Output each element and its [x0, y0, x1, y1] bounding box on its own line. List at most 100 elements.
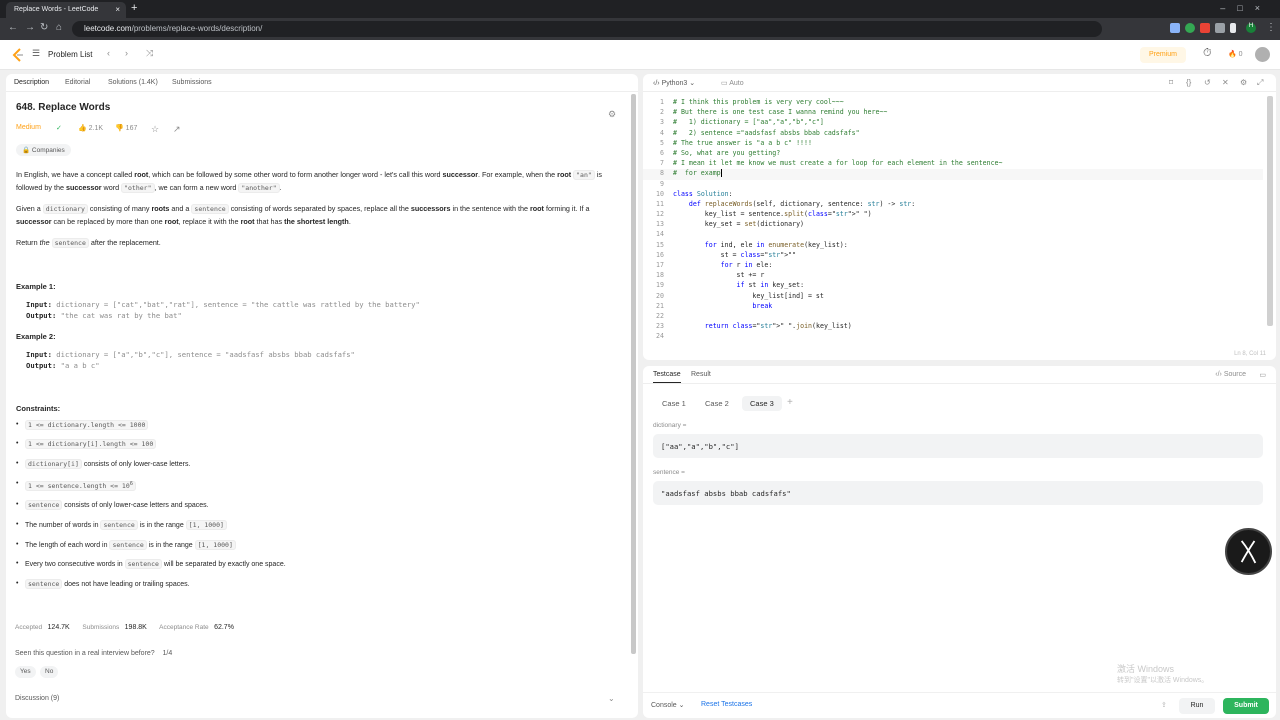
forward-icon[interactable]: →: [25, 22, 35, 33]
close-tab-icon[interactable]: ×: [115, 5, 120, 14]
code-line[interactable]: 10 class Solution:: [643, 190, 1263, 200]
like-button[interactable]: 👍 2.1K: [78, 124, 103, 132]
extension-icon[interactable]: [1185, 23, 1195, 33]
timer-icon[interactable]: ⏱: [1203, 47, 1212, 60]
code-line[interactable]: 15 for ind, ele in enumerate(key_list):: [643, 241, 1263, 251]
example-1-heading: Example 1:: [16, 281, 56, 291]
sentence-input[interactable]: "aadsfasf absbs bbab cadsfafs": [653, 481, 1263, 505]
scrollbar[interactable]: [631, 94, 636, 654]
case-2-tab[interactable]: Case 2: [697, 396, 737, 411]
reset-icon[interactable]: ↺: [1204, 78, 1211, 87]
code-line[interactable]: 16 st = class="str">"": [643, 251, 1263, 261]
menu-icon[interactable]: ⋮: [1266, 22, 1276, 33]
add-case-icon[interactable]: +: [787, 397, 793, 408]
inline-code: "another": [238, 182, 280, 193]
code-line[interactable]: 2 # But there is one test case I wanna re…: [643, 108, 1263, 118]
avatar[interactable]: [1255, 47, 1270, 62]
code-line[interactable]: 11 def replaceWords(self, dictionary, se…: [643, 200, 1263, 210]
submit-button[interactable]: Submit: [1223, 698, 1269, 714]
tab-description[interactable]: Description: [14, 79, 49, 86]
tab-result[interactable]: Result: [691, 371, 711, 378]
dictionary-input[interactable]: ["aa","a","b","c"]: [653, 434, 1263, 458]
upload-icon[interactable]: ⇪: [1161, 701, 1167, 709]
source-button[interactable]: ‹/› Source: [1215, 371, 1246, 378]
code-line[interactable]: 3 # 1) dictionary = ["aa","a","b","c"]: [643, 118, 1263, 128]
sidebar-icon[interactable]: [1230, 23, 1236, 33]
code-line[interactable]: 9: [643, 180, 1263, 190]
code-line[interactable]: 7 # I mean it let me know we must create …: [643, 159, 1263, 169]
code-line[interactable]: 21 break: [643, 302, 1263, 312]
premium-button[interactable]: Premium: [1140, 47, 1186, 63]
extension-icon[interactable]: [1200, 23, 1210, 33]
text: roots: [151, 204, 170, 214]
chevron-down-icon[interactable]: ⌄: [608, 694, 615, 703]
star-icon[interactable]: ☆: [151, 124, 159, 135]
scrollbar[interactable]: [1267, 96, 1273, 326]
tab-submissions[interactable]: Submissions: [172, 79, 212, 86]
tools-icon[interactable]: ✕: [1222, 78, 1229, 87]
inline-code: sentence: [25, 579, 63, 590]
window-controls[interactable]: –□×: [1220, 3, 1272, 13]
code-line[interactable]: 24: [643, 332, 1263, 342]
tab-testcase[interactable]: Testcase: [653, 371, 681, 383]
extension-icon[interactable]: [1170, 23, 1180, 33]
back-icon[interactable]: ←: [8, 22, 18, 33]
text: successor: [16, 217, 52, 227]
next-problem-icon[interactable]: ›: [125, 48, 128, 58]
line-number: 4: [660, 128, 664, 137]
auto-mode[interactable]: ▭ Auto: [721, 79, 744, 87]
streak-counter[interactable]: 🔥 0: [1228, 50, 1243, 58]
code-lines[interactable]: 1 # I think this problem is very very coo…: [643, 98, 1263, 343]
code-line[interactable]: 5 # The true answer is "a a b c" !!!!: [643, 139, 1263, 149]
companies-tag[interactable]: 🔒 Companies: [16, 144, 71, 156]
fullscreen-icon[interactable]: ⤢: [1257, 78, 1263, 88]
dislike-button[interactable]: 👎 167: [115, 124, 137, 132]
profile-icon[interactable]: H: [1246, 23, 1256, 33]
bookmark-icon[interactable]: ⌑: [1169, 78, 1173, 87]
problem-list-link[interactable]: Problem List: [48, 50, 92, 59]
problem-meta: Medium ✓ 👍 2.1K 👎 167 ☆ ↗: [16, 124, 616, 140]
shuffle-icon[interactable]: ⤨: [146, 48, 153, 59]
braces-icon[interactable]: {}: [1186, 78, 1191, 87]
reload-icon[interactable]: ↻: [40, 22, 48, 33]
yes-button[interactable]: Yes: [15, 666, 36, 678]
case-1-tab[interactable]: Case 1: [654, 396, 694, 411]
share-icon[interactable]: ↗: [173, 124, 181, 135]
code-text: # I think this problem is very very cool…: [673, 98, 844, 106]
language-select[interactable]: ‹/› Python3 ⌄: [653, 79, 695, 87]
new-tab-icon[interactable]: +: [131, 2, 137, 14]
tab-solutions[interactable]: Solutions (1.4K): [108, 79, 158, 86]
code-line[interactable]: 20 key_list[ind] = st: [643, 292, 1263, 302]
code-line[interactable]: 22: [643, 312, 1263, 322]
code-line[interactable]: 19 if st in key_set:: [643, 281, 1263, 291]
code-line[interactable]: 18 st += r: [643, 271, 1263, 281]
code-line[interactable]: 8 # for examp: [643, 169, 1263, 180]
tab-editorial[interactable]: Editorial: [65, 79, 90, 86]
browser-tab[interactable]: Replace Words - LeetCode ×: [6, 2, 126, 18]
settings-icon[interactable]: ⚙: [1240, 78, 1247, 87]
reset-testcases-link[interactable]: Reset Testcases: [701, 701, 752, 708]
console-toggle[interactable]: Console ⌄: [651, 701, 685, 709]
watermark-line: 转到"设置"以激活 Windows。: [1117, 677, 1209, 684]
code-line[interactable]: 6 # So, what are you getting?: [643, 149, 1263, 159]
code-line[interactable]: 1 # I think this problem is very very coo…: [643, 98, 1263, 108]
code-line[interactable]: 4 # 2) sentence ="aadsfasf absbs bbab cad…: [643, 129, 1263, 139]
home-icon[interactable]: ⌂: [56, 22, 62, 33]
discussion-section[interactable]: Discussion (9): [15, 695, 59, 702]
url-field[interactable]: leetcode.com/problems/replace-words/desc…: [72, 21, 1102, 37]
collapse-icon[interactable]: ▭: [1259, 371, 1266, 379]
code-line[interactable]: 14: [643, 230, 1263, 240]
no-button[interactable]: No: [40, 666, 59, 678]
code-line[interactable]: 12 key_list = sentence.split(class="str"…: [643, 210, 1263, 220]
problem-list-icon[interactable]: ☰: [32, 48, 40, 59]
prev-problem-icon[interactable]: ‹: [107, 48, 110, 58]
run-button[interactable]: Run: [1179, 698, 1215, 714]
case-3-tab[interactable]: Case 3: [742, 396, 782, 411]
code-line[interactable]: 23 return class="str">" ".join(key_list): [643, 322, 1263, 332]
constraint-item: Every two consecutive words in sentence …: [16, 559, 616, 570]
code-line[interactable]: 13 key_set = set(dictionary): [643, 220, 1263, 230]
puzzle-icon[interactable]: [1215, 23, 1225, 33]
code-line[interactable]: 17 for r in ele:: [643, 261, 1263, 271]
constraints-list: 1 <= dictionary.length <= 1000 1 <= dict…: [16, 419, 616, 591]
leetcode-logo-icon[interactable]: [12, 48, 24, 62]
